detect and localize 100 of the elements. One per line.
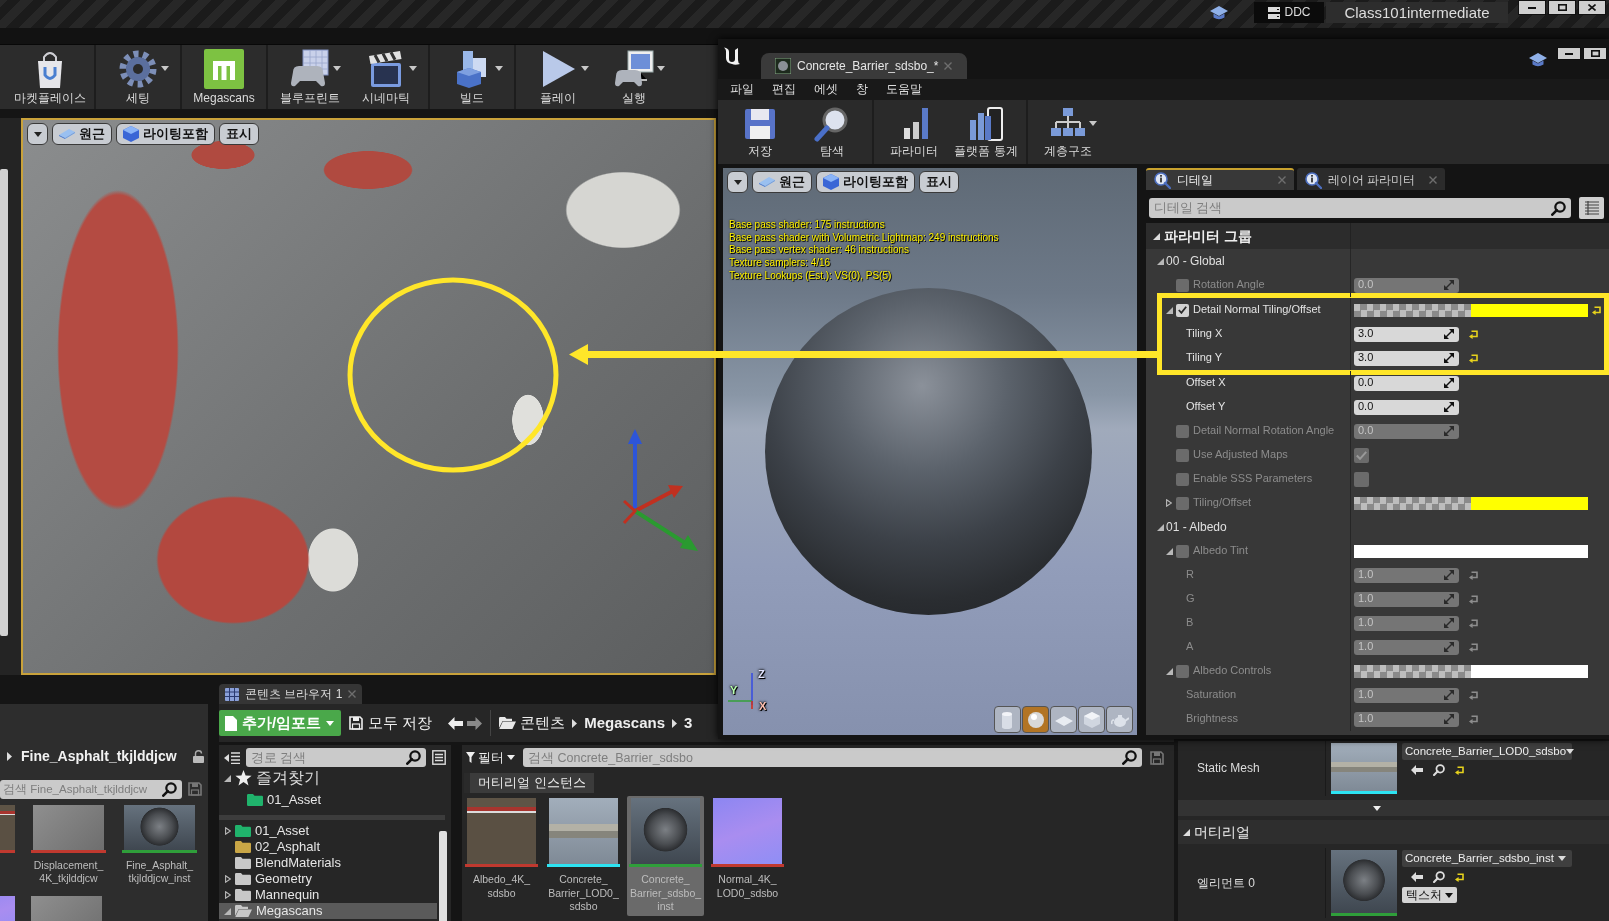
minimize-button[interactable] bbox=[1518, 0, 1546, 15]
toolbar-button[interactable]: 파라미터 bbox=[878, 100, 950, 164]
checkbox[interactable] bbox=[1354, 471, 1369, 487]
forward-button[interactable] bbox=[465, 716, 485, 730]
toolbar-button[interactable]: Megascans bbox=[186, 45, 262, 109]
menu-item[interactable]: 편집 bbox=[772, 82, 796, 97]
asset-dropdown[interactable]: Concrete_Barrier_sdsbo_inst bbox=[1402, 850, 1572, 867]
checkbox[interactable] bbox=[1176, 544, 1189, 558]
toolbar-button[interactable]: 저장 bbox=[724, 100, 796, 164]
checkbox[interactable] bbox=[1176, 472, 1189, 486]
toolbar-button[interactable]: 플랫폼 통계 bbox=[950, 100, 1022, 164]
breadcrumb-link[interactable]: 3 bbox=[680, 714, 697, 732]
expanded-arrow-icon[interactable] bbox=[1166, 547, 1173, 555]
expanded-arrow-icon[interactable] bbox=[1166, 667, 1173, 675]
viewport-button[interactable]: 표시 bbox=[219, 123, 259, 145]
filter-chip[interactable]: 머티리얼 인스턴스 bbox=[464, 773, 594, 793]
save-all-button[interactable]: 모두 저장 bbox=[347, 714, 435, 732]
view-menu-button[interactable] bbox=[727, 171, 748, 193]
asset-tile[interactable]: Albedo_4K_sdsbo bbox=[463, 796, 540, 916]
sources-toggle-button[interactable] bbox=[222, 751, 242, 764]
texture-dropdown[interactable]: 텍스처 bbox=[1402, 887, 1457, 903]
favorites-header[interactable]: 즐겨찾기 bbox=[219, 767, 451, 789]
viewport-button[interactable]: 원근 bbox=[752, 171, 812, 193]
menu-item[interactable]: 창 bbox=[856, 82, 868, 97]
maximize-button[interactable] bbox=[1548, 0, 1576, 15]
preview-shape-button[interactable] bbox=[1050, 706, 1077, 733]
folder-item[interactable]: 01_Asset bbox=[219, 789, 437, 811]
maximize-button[interactable] bbox=[1583, 47, 1607, 60]
menu-item[interactable]: 에셋 bbox=[814, 82, 838, 97]
preview-shape-button[interactable] bbox=[994, 706, 1021, 733]
checkbox[interactable] bbox=[1176, 303, 1189, 317]
preview-shape-button[interactable] bbox=[1022, 706, 1049, 733]
search-field[interactable]: 검색 Concrete_Barrier_sdsbo bbox=[523, 748, 1142, 767]
preview-shape-button[interactable] bbox=[1078, 706, 1105, 733]
viewport-button[interactable]: 라이팅포함 bbox=[816, 171, 915, 193]
asset-tile[interactable]: Fine_Asphalt_tkjlddjcw_inst bbox=[120, 802, 199, 889]
toolbar-button[interactable]: 세팅 bbox=[100, 45, 176, 109]
checkbox[interactable] bbox=[1176, 424, 1189, 438]
viewport-button[interactable]: 표시 bbox=[919, 171, 959, 193]
left-arrow-icon[interactable] bbox=[1411, 872, 1423, 882]
toolbar-button[interactable]: 마켓플레이스 bbox=[10, 45, 90, 109]
search-field[interactable]: 검색 Fine_Asphalt_tkjlddjcw bbox=[0, 779, 182, 799]
folder-item[interactable]: Megascans bbox=[219, 903, 437, 919]
expanded-arrow-icon[interactable] bbox=[1157, 257, 1164, 265]
menu-item[interactable]: 도움말 bbox=[886, 82, 922, 97]
number-field[interactable]: 0.0 bbox=[1354, 375, 1459, 391]
asset-tile[interactable]: Concrete_Barrier_LOD0_sdsbo bbox=[545, 796, 622, 916]
close-button[interactable] bbox=[1578, 0, 1606, 15]
viewport-button[interactable]: 라이팅포함 bbox=[116, 123, 215, 145]
number-field[interactable]: 3.0 bbox=[1354, 326, 1459, 342]
menu-item[interactable]: 파일 bbox=[730, 82, 754, 97]
folder-item[interactable]: BlendMaterials bbox=[219, 855, 437, 871]
number-field[interactable]: 3.0 bbox=[1354, 350, 1459, 366]
checkbox[interactable] bbox=[1176, 278, 1189, 292]
ddc-button[interactable]: DDC bbox=[1254, 2, 1324, 23]
scrollbar[interactable] bbox=[0, 169, 8, 636]
list-view-button[interactable] bbox=[430, 750, 448, 765]
view-options-button[interactable] bbox=[1579, 197, 1604, 219]
color-swatch[interactable] bbox=[1354, 544, 1588, 558]
color-swatch[interactable] bbox=[1471, 664, 1588, 678]
asset-tile[interactable]: Displacement_4K_tkjlddjcw bbox=[29, 802, 108, 889]
asset-tile[interactable]: Normal_4K_LOD0_sdsbo bbox=[709, 796, 786, 916]
expanded-arrow-icon[interactable] bbox=[1166, 306, 1173, 314]
left-arrow-icon[interactable] bbox=[1411, 765, 1423, 775]
folder-item[interactable]: Mannequin bbox=[219, 887, 437, 903]
content-browser-tab[interactable]: 콘텐츠 브라우저 1 bbox=[219, 684, 363, 704]
folder-item[interactable]: Geometry bbox=[219, 871, 437, 887]
minimize-button[interactable] bbox=[1557, 47, 1581, 60]
checkbox[interactable] bbox=[1176, 448, 1189, 462]
toolbar-button[interactable]: 시네마틱 bbox=[348, 45, 424, 109]
collapsed-arrow-icon[interactable] bbox=[225, 827, 231, 835]
panel-tab[interactable]: 레이어 파라미터 bbox=[1297, 168, 1445, 190]
toolbar-button[interactable]: 실행 bbox=[596, 45, 672, 109]
toolbar-button[interactable]: 계층구조 bbox=[1032, 100, 1104, 164]
view-menu-button[interactable] bbox=[27, 123, 48, 145]
breadcrumb-link[interactable]: Megascans bbox=[580, 714, 670, 732]
number-field[interactable]: 0.0 bbox=[1354, 399, 1459, 415]
search-field[interactable]: 경로 검색 bbox=[246, 748, 426, 767]
checkbox[interactable] bbox=[1176, 664, 1189, 678]
expanded-arrow-icon[interactable] bbox=[1153, 232, 1160, 240]
filter-button[interactable]: 필터 bbox=[466, 749, 515, 766]
folder-item[interactable]: 01_Asset bbox=[219, 823, 437, 839]
search-field[interactable]: 디테일 검색 bbox=[1149, 198, 1571, 218]
toolbar-button[interactable]: 플레이 bbox=[520, 45, 596, 109]
color-swatch[interactable] bbox=[1471, 303, 1588, 317]
editor-tab[interactable]: Concrete_Barrier_sdsbo_* bbox=[761, 53, 967, 79]
expanded-arrow-icon[interactable] bbox=[1183, 828, 1190, 836]
toolbar-button[interactable]: 빌드 bbox=[434, 45, 510, 109]
panel-tab[interactable]: 디테일 bbox=[1146, 168, 1294, 190]
expanded-arrow-icon[interactable] bbox=[224, 774, 231, 782]
expanded-arrow-icon[interactable] bbox=[1157, 523, 1164, 531]
breadcrumb-link[interactable]: 콘텐츠 bbox=[516, 714, 570, 732]
folder-item[interactable]: 02_Asphalt bbox=[219, 839, 437, 855]
checkbox[interactable] bbox=[1354, 447, 1369, 463]
preview-shape-button[interactable] bbox=[1106, 706, 1133, 733]
toolbar-button[interactable]: 탐색 bbox=[796, 100, 868, 164]
project-button[interactable]: Class101intermediate bbox=[1326, 2, 1508, 23]
toolbar-button[interactable]: 블루프린트 bbox=[272, 45, 348, 109]
checkbox[interactable] bbox=[1176, 496, 1189, 510]
color-swatch[interactable] bbox=[1471, 496, 1588, 510]
